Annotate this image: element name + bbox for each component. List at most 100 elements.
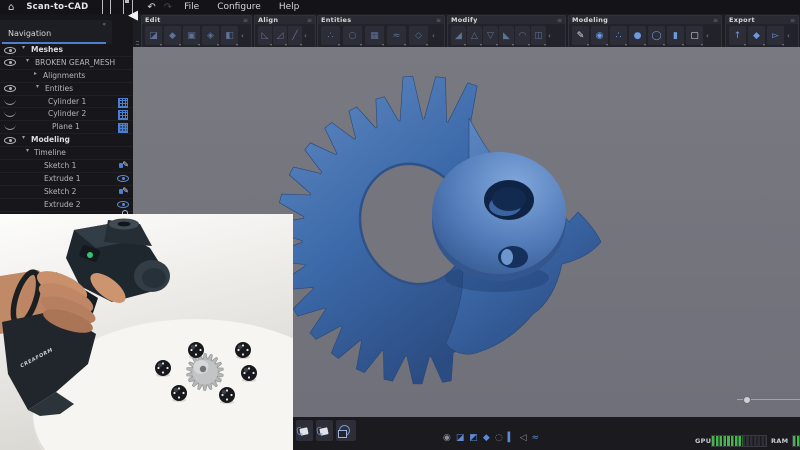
lock-tool-button[interactable] <box>316 420 333 441</box>
undo-icon[interactable]: ↶ <box>147 0 155 14</box>
modeling-tool-icon[interactable]: ◯ <box>648 26 665 45</box>
section-menu-icon[interactable]: ≡ <box>243 17 248 24</box>
collapse-section-icon[interactable]: ‹ <box>786 32 791 40</box>
export-tool-icon[interactable]: ▻ <box>767 26 784 45</box>
modify-tool-icon[interactable]: △ <box>467 26 482 45</box>
tree-item-alignments[interactable]: ▸ Alignments <box>0 70 133 83</box>
menu-file[interactable]: File <box>178 2 205 12</box>
grid-entity-icon[interactable] <box>118 123 128 133</box>
cone-view-icon[interactable]: ◁ <box>520 433 527 443</box>
menu-configure[interactable]: Configure <box>211 2 267 12</box>
grid-entity-icon[interactable] <box>118 98 128 108</box>
collapse-section-icon[interactable]: ‹ <box>240 32 245 40</box>
visibility-eye-icon[interactable] <box>4 137 16 144</box>
entities-tool-icon[interactable]: ∴ <box>321 26 340 45</box>
section-label: Modify <box>451 16 478 24</box>
collapse-section-icon[interactable]: ‹ <box>431 32 436 40</box>
modeling-tool-icon[interactable]: ▢ <box>686 26 703 45</box>
visibility-eye-icon[interactable] <box>117 201 129 208</box>
collapse-section-icon[interactable]: ‹ <box>547 32 552 40</box>
edit-sketch-icon[interactable]: ✎ <box>122 160 129 169</box>
edit-tool-icon[interactable]: ◧ <box>221 26 238 45</box>
edit-tool-icon[interactable]: ◪ <box>145 26 162 45</box>
chevron-down-icon[interactable]: ▾ <box>26 57 29 64</box>
tree-item-plane-1[interactable]: Plane 1 <box>0 121 133 134</box>
shape-select-button[interactable] <box>336 420 356 441</box>
section-menu-icon[interactable]: ≡ <box>436 17 441 24</box>
entities-tool-icon[interactable]: ○ <box>343 26 362 45</box>
entities-tool-icon[interactable]: ◇ <box>409 26 428 45</box>
tab-navigation[interactable]: Navigation « <box>0 20 112 44</box>
tree-item-broken-gear-mesh[interactable]: ▾ BROKEN GEAR_MESH <box>0 57 133 70</box>
chevron-down-icon[interactable]: ▾ <box>36 83 39 90</box>
modeling-tool-icon[interactable]: ● <box>629 26 646 45</box>
modify-tool-icon[interactable]: ◢ <box>451 26 466 45</box>
visibility-eye-icon[interactable] <box>4 85 16 92</box>
mesh-points-icon[interactable]: ◆ <box>483 433 490 443</box>
visibility-eye-icon[interactable] <box>4 59 16 66</box>
tree-item-timeline[interactable]: ▾ Timeline <box>0 147 133 160</box>
export-tool-icon[interactable]: ◆ <box>748 26 765 45</box>
mesh-display-icon[interactable]: ◪ <box>456 433 465 443</box>
align-tool-icon[interactable]: ╱ <box>288 26 302 45</box>
gpu-meter <box>711 435 767 447</box>
modeling-tool-icon[interactable]: ∴ <box>610 26 627 45</box>
modify-tool-icon[interactable]: ▽ <box>483 26 498 45</box>
section-menu-icon[interactable]: ≡ <box>307 17 312 24</box>
visibility-hidden-eye-icon[interactable] <box>4 110 16 117</box>
redo-icon[interactable]: ↷ <box>164 0 172 14</box>
chevron-down-icon[interactable]: ▾ <box>26 147 29 154</box>
tree-item-meshes[interactable]: ▾ Meshes <box>0 44 133 57</box>
pin-icon[interactable]: « <box>102 21 106 28</box>
chevron-down-icon[interactable]: ▾ <box>22 134 25 141</box>
spline-icon[interactable]: ≈ <box>532 433 540 443</box>
grid-entity-icon[interactable] <box>118 110 128 120</box>
tree-item-cylinder-2[interactable]: Cylinder 2 <box>0 108 133 121</box>
export-tool-icon[interactable]: ↑ <box>729 26 746 45</box>
visibility-hidden-eye-icon[interactable] <box>4 123 16 130</box>
section-menu-icon[interactable]: ≡ <box>790 17 795 24</box>
chevron-down-icon[interactable]: ▾ <box>22 44 25 51</box>
modify-tool-icon[interactable]: ◣ <box>499 26 514 45</box>
section-menu-icon[interactable]: ≡ <box>713 17 718 24</box>
modeling-tool-icon[interactable]: ▮ <box>667 26 684 45</box>
chevron-right-icon[interactable]: ▸ <box>34 70 37 77</box>
visibility-eye-icon[interactable] <box>4 47 16 54</box>
scanner-led <box>87 252 93 258</box>
settings-gear-icon[interactable]: ◉ <box>443 433 451 443</box>
gear-outline-icon[interactable]: ◌ <box>495 433 503 443</box>
mesh-display-icon[interactable]: ◩ <box>469 433 478 443</box>
visibility-hidden-eye-icon[interactable] <box>4 98 16 105</box>
edit-tool-icon[interactable]: ◈ <box>202 26 219 45</box>
tree-item-extrude-1[interactable]: Extrude 1 <box>0 173 133 186</box>
collapse-section-icon[interactable]: ‹ <box>705 32 710 40</box>
tree-item-sketch-2[interactable]: Sketch 2 ✎ <box>0 186 133 199</box>
edit-sketch-icon[interactable]: ✎ <box>122 186 129 195</box>
home-icon[interactable]: ⌂ <box>8 0 14 14</box>
modeling-sketch-icon[interactable]: ✎ <box>572 26 589 45</box>
section-menu-icon[interactable]: ≡ <box>557 17 562 24</box>
color-scale-icon[interactable]: ▍ <box>508 433 515 443</box>
tree-item-modeling[interactable]: ▾ Modeling <box>0 134 133 147</box>
align-tool-icon[interactable]: ◿ <box>273 26 287 45</box>
tree-item-entities[interactable]: ▾ Entities <box>0 83 133 96</box>
edit-tool-icon[interactable]: ◆ <box>164 26 181 45</box>
tree-item-sketch-1[interactable]: Sketch 1 ✎ <box>0 160 133 173</box>
tree-item-cylinder-1[interactable]: Cylinder 1 <box>0 96 133 109</box>
visibility-eye-icon[interactable] <box>117 175 129 182</box>
padlock-icon <box>299 427 308 436</box>
entities-tool-icon[interactable]: ▦ <box>365 26 384 45</box>
modify-tool-icon[interactable]: ◫ <box>531 26 546 45</box>
modeling-tool-icon[interactable]: ◉ <box>591 26 608 45</box>
new-document-icon[interactable] <box>102 0 111 15</box>
viewport-slider-knob[interactable] <box>743 396 751 404</box>
edit-tool-icon[interactable]: ▣ <box>183 26 200 45</box>
modify-tool-icon[interactable]: ◠ <box>515 26 530 45</box>
menu-help[interactable]: Help <box>273 2 306 12</box>
panel-collapse-icon[interactable]: ◀ <box>128 8 138 23</box>
entities-tool-icon[interactable]: ≈ <box>387 26 406 45</box>
lock-tool-button[interactable] <box>296 420 313 441</box>
collapse-section-icon[interactable]: ‹ <box>303 32 308 40</box>
tree-item-extrude-2[interactable]: Extrude 2 <box>0 199 133 212</box>
align-tool-icon[interactable]: ◺ <box>258 26 272 45</box>
